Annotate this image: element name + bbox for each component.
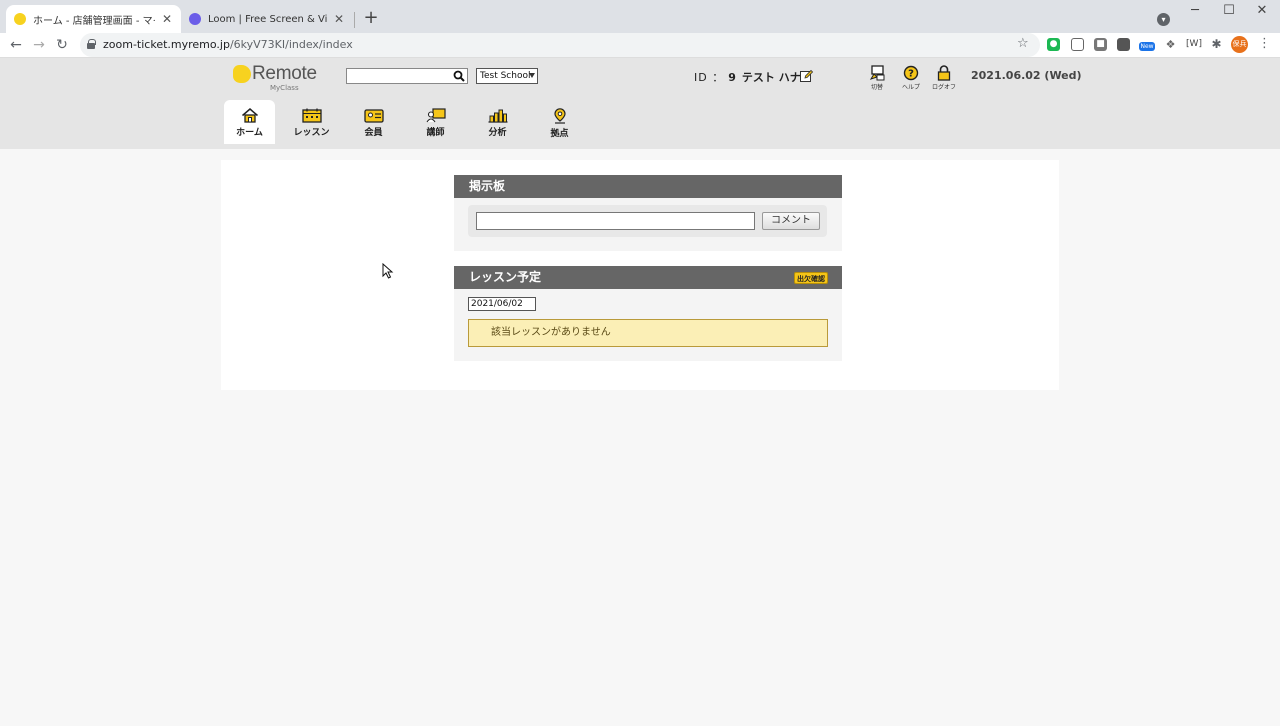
teacher-icon — [426, 108, 446, 123]
help-button[interactable]: ? ヘルプ — [896, 65, 926, 91]
forward-arrow-icon[interactable]: → — [30, 36, 48, 54]
new-badge-icon[interactable]: New — [1139, 42, 1155, 51]
lesson-schedule-section: レッスン予定 出欠確認 2021/06/02 該当レッスンがありません — [454, 266, 842, 361]
nav-item-home[interactable]: ホーム — [224, 100, 275, 144]
nav-item-teacher[interactable]: 講師 — [410, 100, 461, 144]
close-icon[interactable]: ✕ — [333, 12, 345, 26]
logo-sub: MyClass — [270, 84, 299, 92]
location-pin-icon — [553, 108, 566, 124]
bulletin-board-form: コメント — [468, 205, 827, 237]
logo-blob-icon — [233, 65, 251, 83]
current-date: 2021.06.02 (Wed) — [971, 69, 1082, 82]
chevron-down-icon — [529, 73, 535, 78]
bulletin-board-section: 掲示板 コメント — [454, 175, 842, 251]
nav-label: レッスン — [293, 128, 330, 138]
nav-item-lesson[interactable]: レッスン — [286, 100, 337, 144]
mouse-cursor-icon — [382, 263, 394, 279]
back-arrow-icon[interactable]: ← — [7, 36, 25, 54]
window-close-icon[interactable]: ✕ — [1252, 3, 1272, 18]
search-input[interactable] — [347, 70, 453, 85]
logout-button[interactable]: ログオフ — [929, 65, 959, 91]
calendar-icon — [301, 108, 322, 123]
url-path: /6kyV73KI/index/index — [229, 38, 353, 51]
lock-icon — [87, 39, 96, 49]
school-select-value: Test School — [480, 71, 531, 81]
nav-label: 拠点 — [550, 129, 569, 139]
reload-icon[interactable]: ↻ — [53, 36, 71, 54]
no-lesson-message: 該当レッスンがありません — [468, 319, 828, 347]
search-icon[interactable] — [453, 70, 465, 82]
remote-logo[interactable]: Remote MyClass — [233, 62, 328, 94]
lock-icon — [937, 65, 951, 81]
svg-text:?: ? — [908, 69, 914, 80]
maximize-icon[interactable]: ☐ — [1219, 3, 1239, 18]
new-tab-button[interactable]: + — [362, 9, 380, 27]
evernote-icon[interactable]: ● — [1047, 38, 1060, 51]
user-id-label: ID ： — [694, 71, 725, 84]
comment-input[interactable] — [476, 212, 755, 230]
puzzle-icon[interactable]: ✱ — [1210, 38, 1223, 51]
lesson-schedule-header: レッスン予定 出欠確認 — [454, 266, 842, 289]
switch-icon — [869, 65, 885, 81]
lesson-schedule-title: レッスン予定 — [469, 270, 542, 284]
nav-label: 講師 — [426, 128, 445, 138]
help-label: ヘルプ — [901, 84, 920, 91]
id-card-icon — [363, 109, 384, 123]
lesson-date-input[interactable]: 2021/06/02 — [468, 297, 536, 311]
tab-search-icon[interactable]: ▾ — [1157, 13, 1170, 26]
url-host: zoom-ticket.myremo.jp — [103, 38, 230, 51]
edit-pencil-icon[interactable] — [800, 69, 813, 82]
tab-divider — [354, 12, 355, 28]
browser-tab-home[interactable]: ホーム - 店舗管理画面 - マイクラスR ✕ — [6, 5, 181, 33]
user-id: ID ： 9 テスト ハナコ — [694, 69, 812, 85]
url-text[interactable]: zoom-ticket.myremo.jp/6kyV73KI/index/ind… — [103, 38, 353, 51]
camera-icon[interactable]: ■ — [1094, 38, 1107, 51]
nav-label: 分析 — [488, 128, 507, 138]
nav-item-analysis[interactable]: 分析 — [472, 100, 523, 144]
browser-toolbar: ← → ↻ zoom-ticket.myremo.jp/6kyV73KI/ind… — [0, 33, 1280, 58]
user-id-value: 9 — [728, 71, 736, 84]
bulletin-board-title: 掲示板 — [454, 175, 842, 198]
bracket-icon[interactable]: [W] — [1186, 38, 1202, 51]
school-select[interactable]: Test School — [476, 68, 538, 84]
browser-tab-loom[interactable]: Loom | Free Screen & Video Rec ✕ — [181, 5, 353, 33]
dropbox-icon[interactable]: ❖ — [1164, 38, 1177, 51]
attendance-check-button[interactable]: 出欠確認 — [794, 272, 828, 284]
logout-label: ログオフ — [931, 84, 956, 91]
nav-label: ホーム — [236, 128, 263, 138]
loom-favicon-icon — [189, 13, 201, 25]
nav-item-base[interactable]: 拠点 — [534, 100, 585, 144]
switch-label: 切替 — [870, 84, 883, 91]
home-icon — [241, 108, 258, 123]
remote-favicon-icon — [14, 13, 26, 25]
pocket-icon[interactable] — [1071, 38, 1084, 51]
switch-button[interactable]: 切替 — [862, 65, 892, 91]
nav-item-member[interactable]: 会員 — [348, 100, 399, 144]
app-header: Remote MyClass Test School ID ： 9 テスト ハナコ … — [0, 58, 1280, 149]
image-icon[interactable] — [1117, 38, 1130, 51]
browser-tab-title: Loom | Free Screen & Video Rec — [208, 13, 327, 25]
logo-word: Remote — [252, 63, 317, 84]
minimize-icon[interactable]: ─ — [1185, 3, 1205, 18]
bookmark-star-icon[interactable]: ☆ — [1017, 36, 1029, 51]
browser-tabstrip: ホーム - 店舗管理画面 - マイクラスR ✕ Loom | Free Scre… — [0, 0, 1280, 33]
help-question-icon: ? — [903, 65, 919, 81]
search-box — [346, 68, 468, 85]
bar-chart-icon — [488, 109, 507, 123]
profile-avatar[interactable]: 保兵 — [1231, 36, 1248, 53]
browser-tab-title: ホーム - 店舗管理画面 - マイクラスR — [33, 15, 155, 27]
close-icon[interactable]: ✕ — [161, 12, 173, 26]
nav-label: 会員 — [364, 128, 383, 138]
kebab-menu-icon[interactable]: ⋮ — [1258, 36, 1271, 51]
comment-button[interactable]: コメント — [762, 212, 820, 230]
